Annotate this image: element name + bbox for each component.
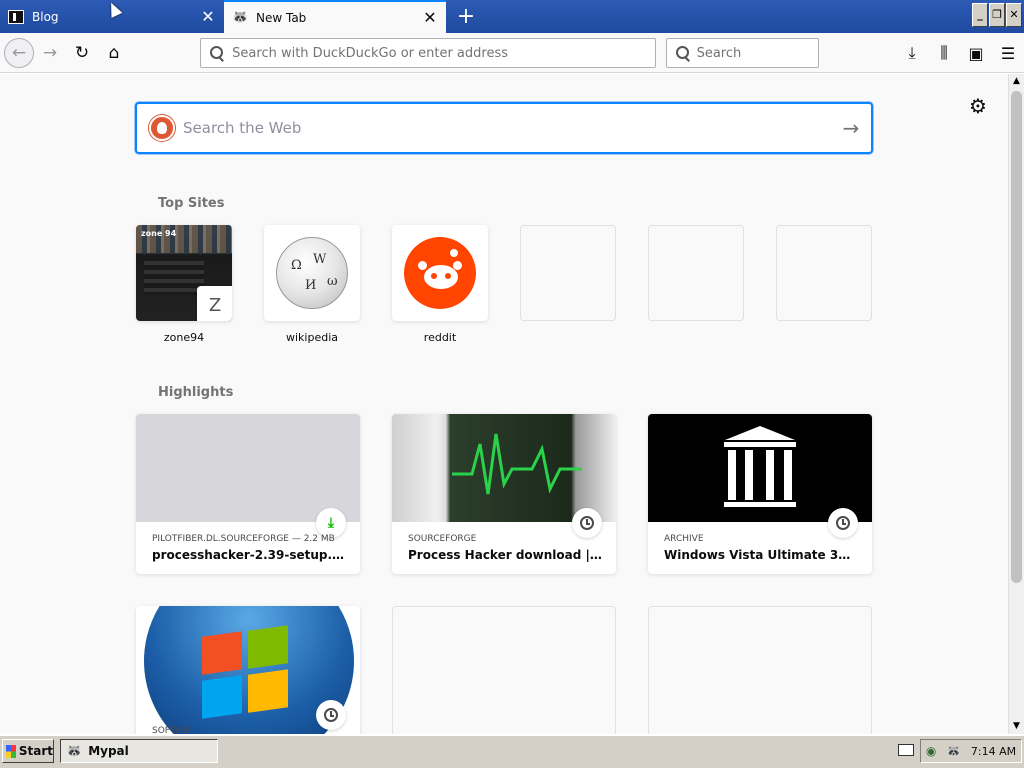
clock-icon — [572, 508, 602, 538]
network-icon[interactable]: ◉ — [926, 744, 936, 758]
card-title: Process Hacker download | Sour... — [408, 548, 602, 562]
card-context: PILOTFIBER.DL.SOURCEFORGE — 2.2 MB — [152, 534, 335, 544]
home-button[interactable]: ⌂ — [98, 37, 130, 69]
reload-button[interactable]: ↻ — [66, 37, 98, 69]
scroll-thumb[interactable] — [1011, 91, 1022, 583]
close-tab-icon[interactable]: ✕ — [422, 9, 438, 26]
card-context: SOFTLAY — [152, 726, 192, 734]
window-controls: _ ❐ ✕ — [972, 3, 1022, 27]
search-input[interactable] — [696, 45, 818, 61]
card-context: SOURCEFORGE — [408, 534, 477, 544]
highlight-card[interactable]: SOURCEFORGE Process Hacker download | So… — [392, 414, 616, 574]
taskbar-item-mypal[interactable]: 🦝 Mypal — [60, 739, 218, 763]
search-icon — [675, 45, 689, 61]
library-button[interactable]: ⫼ — [928, 37, 960, 69]
top-sites-heading: Top Sites — [158, 196, 225, 211]
mypal-tray-icon[interactable]: 🦝 — [946, 744, 961, 758]
address-input[interactable] — [232, 45, 655, 61]
top-site-reddit[interactable] — [392, 225, 488, 321]
scroll-up-arrow-icon[interactable]: ▲ — [1009, 74, 1024, 89]
heartbeat-graph-icon — [452, 433, 582, 495]
minimize-button[interactable]: _ — [972, 3, 988, 27]
back-button[interactable]: ← — [4, 37, 34, 68]
top-site-empty — [648, 225, 744, 321]
start-label: Start — [18, 744, 53, 758]
highlight-card-empty — [392, 606, 616, 734]
toolbar-right-buttons: ⤓ ⫼ ▣ ☰ — [896, 37, 1024, 69]
reddit-logo-icon — [404, 237, 476, 309]
page-scrollbar[interactable]: ▲ ▼ — [1008, 74, 1024, 734]
wikipedia-globe-icon: Ω W И ω — [276, 237, 348, 309]
clock-icon — [316, 700, 346, 730]
zone94-screenshot-title: zone 94 — [141, 229, 177, 238]
mypal-favicon-icon: 🦝 — [232, 9, 249, 25]
address-bar[interactable] — [200, 38, 656, 68]
gear-icon[interactable]: ⚙ — [966, 94, 990, 118]
top-site-empty — [776, 225, 872, 321]
windows-flag-icon — [6, 744, 16, 758]
taskbar: Start 🦝 Mypal ◉ 🦝 7:14 AM — [0, 734, 1024, 768]
close-window-button[interactable]: ✕ — [1006, 3, 1022, 27]
taskbar-item-label: Mypal — [88, 744, 129, 758]
search-bar[interactable] — [666, 38, 819, 68]
top-site-label: reddit — [423, 331, 457, 344]
start-button[interactable]: Start — [2, 739, 54, 763]
zone94-letter-icon: Z — [197, 286, 232, 321]
blog-favicon-icon — [8, 9, 24, 24]
top-site-label: wikipedia — [285, 331, 338, 344]
highlight-card[interactable]: ARCHIVE Windows Vista Ultimate 32 Bit S.… — [648, 414, 872, 574]
new-tab-button[interactable]: + — [446, 0, 486, 33]
clock-text: 7:14 AM — [970, 744, 1017, 758]
search-go-arrow-icon[interactable]: → — [831, 116, 871, 140]
highlight-card-empty — [648, 606, 872, 734]
menu-button[interactable]: ☰ — [992, 37, 1024, 69]
card-image — [136, 414, 360, 522]
downloads-button[interactable]: ⤓ — [896, 37, 928, 69]
archive-logo-icon — [648, 414, 872, 522]
sidebar-button[interactable]: ▣ — [960, 37, 992, 69]
top-site-empty — [520, 225, 616, 321]
card-image — [136, 606, 360, 734]
forward-button[interactable]: → — [34, 37, 66, 69]
restore-button[interactable]: ❐ — [989, 3, 1005, 27]
tab-title: New Tab — [256, 10, 307, 25]
highlight-card[interactable]: ⤓ PILOTFIBER.DL.SOURCEFORGE — 2.2 MB pro… — [136, 414, 360, 574]
top-site-label: zone94 — [163, 331, 205, 344]
tab-strip: Blog ✕ 🦝 New Tab ✕ + _ ❐ ✕ — [0, 0, 1024, 33]
top-site-wikipedia[interactable]: Ω W И ω — [264, 225, 360, 321]
navigation-toolbar: ← → ↻ ⌂ ⤓ ⫼ ▣ ☰ — [0, 33, 1024, 73]
tab-new-tab[interactable]: 🦝 New Tab ✕ — [224, 0, 446, 33]
card-context: ARCHIVE — [664, 534, 704, 544]
system-tray: ◉ 🦝 7:14 AM — [920, 739, 1022, 763]
web-search-box[interactable]: → — [135, 102, 873, 154]
clock-icon — [828, 508, 858, 538]
keyboard-icon[interactable] — [898, 744, 914, 756]
web-search-input[interactable] — [183, 119, 831, 137]
mypal-icon: 🦝 — [66, 743, 83, 759]
highlights-heading: Highlights — [158, 385, 234, 400]
card-title: processhacker-2.39-setup.exe — [152, 548, 346, 562]
search-icon — [209, 45, 224, 61]
duckduckgo-logo-icon — [149, 115, 175, 141]
highlight-card[interactable]: SOFTLAY — [136, 606, 360, 734]
card-image — [392, 414, 616, 522]
card-title: Windows Vista Ultimate 32 Bit S... — [664, 548, 858, 562]
new-tab-page: ⚙ → Top Sites zone 94 Z zone94 Ω W И ω w… — [0, 74, 1008, 734]
close-tab-icon[interactable]: ✕ — [200, 8, 216, 25]
scroll-down-arrow-icon[interactable]: ▼ — [1009, 719, 1024, 734]
top-site-zone94[interactable]: zone 94 Z — [136, 225, 232, 321]
